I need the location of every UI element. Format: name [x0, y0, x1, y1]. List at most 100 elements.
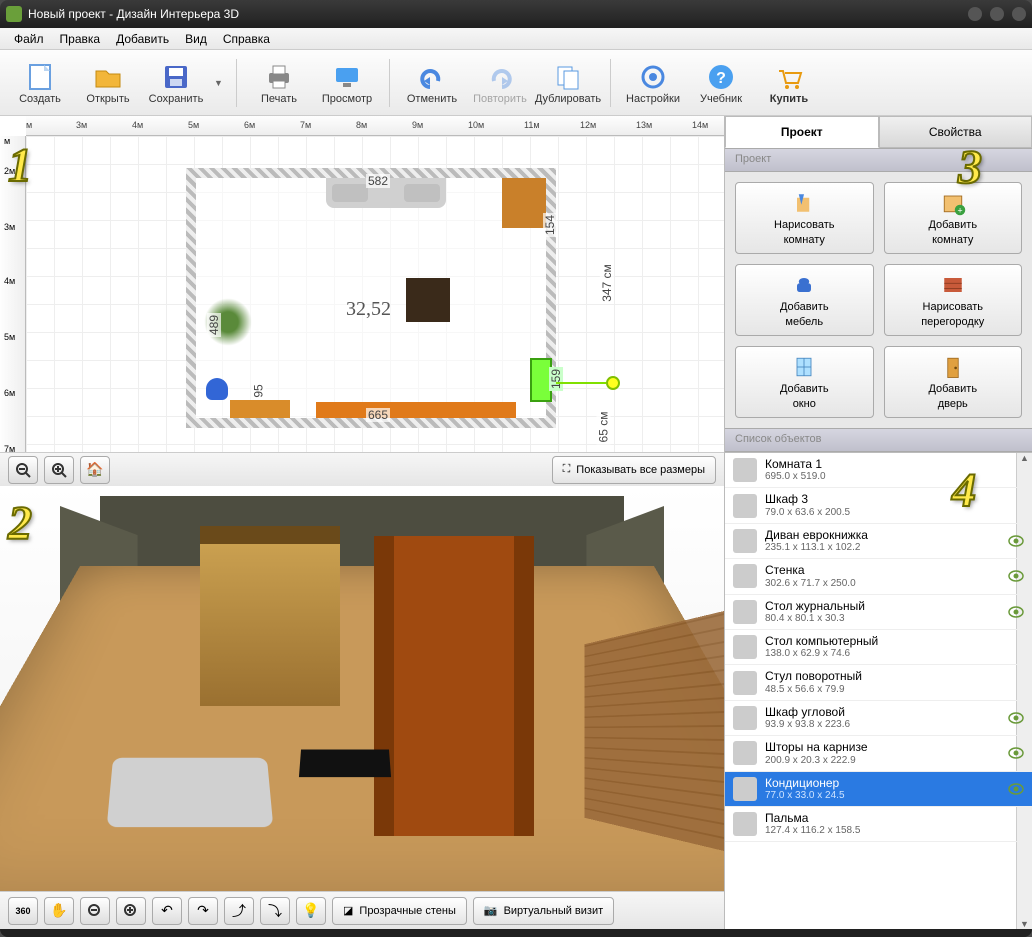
room-outline[interactable]: 582 489 32,52 154 95 665 159 [186, 168, 556, 428]
object-list[interactable]: 4 Комната 1695.0 x 519.0Шкаф 379.0 x 63.… [725, 452, 1032, 929]
object-row[interactable]: Комната 1695.0 x 519.0 [725, 453, 1032, 488]
save-dropdown[interactable]: ▼ [214, 78, 224, 88]
content: 1 м 3м 4м 5м 6м 7м 8м 9м 10м 11м 12м 13м… [0, 116, 1032, 929]
object-row[interactable]: Стул поворотный48.5 x 56.6 x 79.9 [725, 665, 1032, 700]
object-row[interactable]: Кондиционер77.0 x 33.0 x 24.5 [725, 772, 1032, 807]
menu-help[interactable]: Справка [215, 30, 278, 48]
object-name: Шкаф 3 [765, 492, 850, 506]
redo-button[interactable]: Повторить [470, 61, 530, 105]
chair-2d[interactable] [206, 378, 228, 400]
tilt-down-button[interactable]: ⤵ [260, 897, 290, 925]
wardrobe-2d[interactable] [502, 178, 546, 228]
object-row[interactable]: Стенка302.6 x 71.7 x 250.0 [725, 559, 1032, 594]
object-dimensions: 77.0 x 33.0 x 24.5 [765, 790, 845, 802]
lighting-button[interactable]: 💡 [296, 897, 326, 925]
rotate-right-button[interactable]: ↷ [188, 897, 218, 925]
object-row[interactable]: Стол журнальный80.4 x 80.1 x 30.3 [725, 595, 1032, 630]
dim-bottom: 665 [366, 408, 390, 422]
virtual-visit-button[interactable]: 📷 Виртуальный визит [473, 897, 614, 925]
view-3d-toolbar: 360 ✋ ↶ ↷ ⤴ ⤵ 💡 ◪ Прозрачные стены 📷 Вир… [0, 891, 724, 929]
tab-project[interactable]: Проект [725, 116, 879, 148]
table-3d[interactable] [299, 750, 391, 778]
menu-file[interactable]: Файл [6, 30, 52, 48]
object-dimensions: 79.0 x 63.6 x 200.5 [765, 507, 850, 519]
pan-button[interactable]: ✋ [44, 897, 74, 925]
add-room-button[interactable]: + Добавитькомнату [884, 182, 1023, 254]
plan-2d-canvas[interactable]: 582 489 32,52 154 95 665 159 347 см 65 [26, 136, 724, 452]
object-row[interactable]: Шкаф угловой93.9 x 93.8 x 223.6 [725, 701, 1032, 736]
separator [389, 59, 390, 107]
open-button[interactable]: Открыть [78, 61, 138, 105]
object-name: Пальма [765, 811, 860, 825]
maximize-button[interactable] [990, 7, 1004, 21]
object-dimensions: 138.0 x 62.9 x 74.6 [765, 648, 878, 660]
sofa-3d[interactable] [107, 758, 274, 827]
add-furniture-button[interactable]: Добавитьмебель [735, 264, 874, 336]
duplicate-button[interactable]: Дублировать [538, 61, 598, 105]
rotate-left-button[interactable]: ↶ [152, 897, 182, 925]
add-door-button[interactable]: Добавитьдверь [884, 346, 1023, 418]
menu-edit[interactable]: Правка [52, 30, 109, 48]
window-border-bottom [0, 929, 1032, 937]
object-icon [733, 635, 757, 659]
camera-icon: 📷 [484, 904, 498, 917]
transparent-walls-button[interactable]: ◪ Прозрачные стены [332, 897, 467, 925]
object-row[interactable]: Диван еврокнижка235.1 x 113.1 x 102.2 [725, 524, 1032, 559]
save-button[interactable]: Сохранить [146, 61, 206, 105]
object-dimensions: 48.5 x 56.6 x 79.9 [765, 684, 862, 696]
object-row[interactable]: Шкаф 379.0 x 63.6 x 200.5 [725, 488, 1032, 523]
zoom-in-3d-button[interactable] [116, 897, 146, 925]
shelving-3d[interactable] [374, 536, 534, 836]
curtains-3d[interactable] [200, 526, 340, 706]
shelving-2d[interactable] [316, 402, 516, 418]
desk-2d[interactable] [230, 400, 290, 418]
dim-95: 95 [252, 382, 266, 399]
object-name: Комната 1 [765, 457, 826, 471]
show-all-dims-button[interactable]: ⛶ Показывать все размеры [552, 456, 716, 484]
brick-wall [585, 611, 724, 851]
draw-partition-button[interactable]: Нарисоватьперегородку [884, 264, 1023, 336]
coffee-table-2d[interactable] [406, 278, 450, 322]
home-button[interactable]: 🏠 [80, 456, 110, 484]
menu-view[interactable]: Вид [177, 30, 215, 48]
buy-button[interactable]: Купить [759, 61, 819, 105]
menu-add[interactable]: Добавить [108, 30, 177, 48]
object-dimensions: 200.9 x 20.3 x 222.9 [765, 755, 868, 767]
object-name: Стенка [765, 563, 856, 577]
rotate-360-button[interactable]: 360 [8, 897, 38, 925]
object-icon [733, 529, 757, 553]
object-icon [733, 741, 757, 765]
svg-text:?: ? [716, 70, 726, 87]
object-dimensions: 235.1 x 113.1 x 102.2 [765, 542, 868, 554]
zoom-out-3d-button[interactable] [80, 897, 110, 925]
svg-text:+: + [957, 205, 962, 215]
object-icon [733, 600, 757, 624]
print-button[interactable]: Печать [249, 61, 309, 105]
object-row[interactable]: Стол компьютерный138.0 x 62.9 x 74.6 [725, 630, 1032, 665]
tilt-up-button[interactable]: ⤴ [224, 897, 254, 925]
draw-room-button[interactable]: Нарисоватькомнату [735, 182, 874, 254]
object-icon [733, 706, 757, 730]
preview-button[interactable]: Просмотр [317, 61, 377, 105]
area-label: 32,52 [346, 298, 391, 321]
object-name: Стол компьютерный [765, 634, 878, 648]
tab-properties[interactable]: Свойства [879, 116, 1032, 148]
zoom-in-button[interactable] [44, 456, 74, 484]
minimize-button[interactable] [968, 7, 982, 21]
settings-button[interactable]: Настройки [623, 61, 683, 105]
right-panel: Проект Свойства 3 Проект Нарисоватькомна… [724, 116, 1032, 929]
object-name: Диван еврокнижка [765, 528, 868, 542]
horizontal-ruler: м 3м 4м 5м 6м 7м 8м 9м 10м 11м 12м 13м 1… [26, 116, 724, 136]
plan-2d-toolbar: 🏠 ⛶ Показывать все размеры [0, 452, 724, 486]
zoom-out-button[interactable] [8, 456, 38, 484]
object-row[interactable]: Шторы на карнизе200.9 x 20.3 x 222.9 [725, 736, 1032, 771]
undo-button[interactable]: Отменить [402, 61, 462, 105]
help-button[interactable]: ? Учебник [691, 61, 751, 105]
add-window-button[interactable]: Добавитьокно [735, 346, 874, 418]
view-3d-canvas[interactable] [0, 486, 724, 891]
create-button[interactable]: Создать [10, 61, 70, 105]
object-icon [733, 812, 757, 836]
selection-handle[interactable] [606, 376, 620, 390]
object-row[interactable]: Пальма127.4 x 116.2 x 158.5 [725, 807, 1032, 842]
close-button[interactable] [1012, 7, 1026, 21]
